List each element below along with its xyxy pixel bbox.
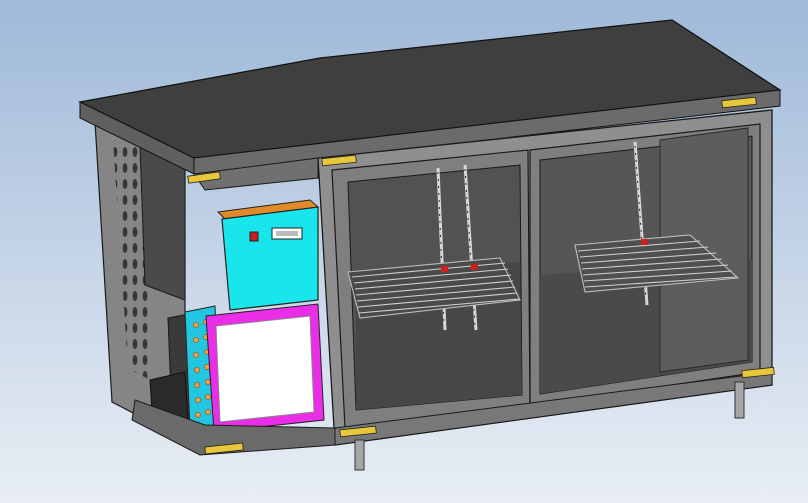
- refrigerator-model: [0, 0, 808, 503]
- condenser-filter-panel: [205, 303, 325, 433]
- cad-viewport[interactable]: [0, 0, 808, 503]
- controller-box: [216, 199, 320, 311]
- power-switch-icon[interactable]: [249, 231, 259, 242]
